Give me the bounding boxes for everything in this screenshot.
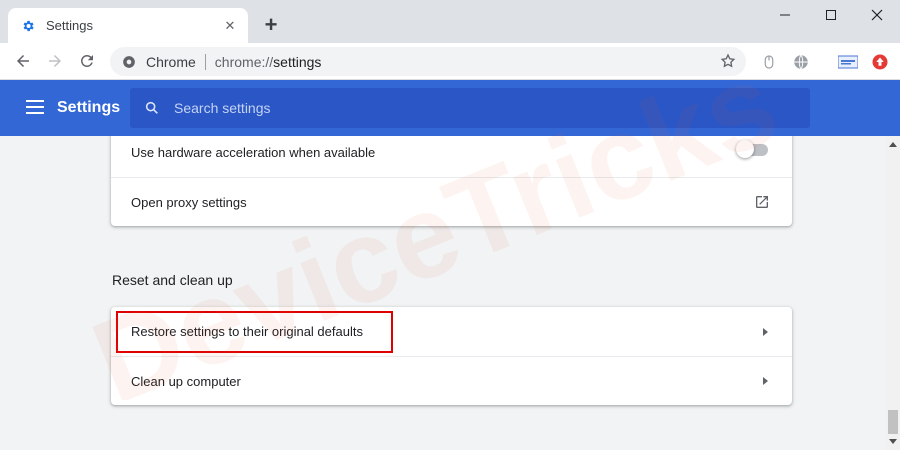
proxy-settings-row[interactable]: Open proxy settings <box>111 177 792 226</box>
back-button[interactable] <box>10 48 36 74</box>
chrome-icon <box>123 55 135 68</box>
restore-settings-row[interactable]: Restore settings to their original defau… <box>111 307 792 356</box>
new-tab-button[interactable]: + <box>258 12 284 38</box>
scroll-thumb[interactable] <box>888 410 898 434</box>
url-prefix: chrome:// <box>214 53 274 70</box>
clean-up-computer-label: Clean up computer <box>131 373 241 389</box>
search-box[interactable] <box>130 88 810 128</box>
gear-icon <box>20 18 36 34</box>
extension-mcafee-icon[interactable] <box>837 51 859 73</box>
system-card: Use hardware acceleration when available… <box>111 136 792 226</box>
minimize-icon <box>780 14 790 16</box>
forward-button[interactable] <box>42 48 68 74</box>
hardware-acceleration-toggle[interactable] <box>736 139 770 158</box>
site-label: Chrome <box>146 53 196 70</box>
reset-card: Restore settings to their original defau… <box>111 307 792 405</box>
extension-mouse-icon[interactable] <box>758 51 780 73</box>
settings-header: Settings <box>0 80 900 136</box>
url-path: settings <box>273 53 322 70</box>
hamburger-menu-icon[interactable] <box>26 100 44 114</box>
tab-title: Settings <box>46 18 93 33</box>
search-input[interactable] <box>174 100 774 116</box>
star-icon[interactable] <box>720 53 736 72</box>
settings-content: Use hardware acceleration when available… <box>0 136 886 450</box>
extension-upload-icon[interactable] <box>869 51 891 73</box>
section-title-reset: Reset and clean up <box>112 272 233 288</box>
arrow-right-icon <box>760 376 770 386</box>
clean-up-computer-row[interactable]: Clean up computer <box>111 356 792 405</box>
arrow-right-icon <box>760 327 770 337</box>
tab-strip: Settings ✕ + <box>0 0 900 43</box>
external-link-icon[interactable] <box>754 194 770 210</box>
search-icon <box>145 101 158 114</box>
maximize-icon <box>826 10 836 20</box>
hardware-acceleration-row[interactable]: Use hardware acceleration when available <box>111 136 792 177</box>
hardware-acceleration-label: Use hardware acceleration when available <box>131 145 376 160</box>
maximize-button[interactable] <box>808 0 854 30</box>
url-text: chrome://settings <box>215 54 322 70</box>
close-icon[interactable]: ✕ <box>222 18 238 34</box>
reload-icon <box>80 54 93 67</box>
proxy-settings-label: Open proxy settings <box>131 194 247 210</box>
restore-settings-label: Restore settings to their original defau… <box>131 324 363 339</box>
close-icon <box>871 9 883 21</box>
arrow-right-icon <box>49 55 61 67</box>
page-title: Settings <box>57 99 121 116</box>
scroll-up-icon[interactable] <box>889 142 897 147</box>
reload-button[interactable] <box>74 48 100 74</box>
extension-globe-icon[interactable] <box>790 51 812 73</box>
scroll-down-icon[interactable] <box>889 439 897 444</box>
browser-toolbar: Chrome chrome://settings <box>0 43 900 80</box>
tab-settings[interactable]: Settings ✕ <box>8 8 248 43</box>
minimize-button[interactable] <box>762 0 808 30</box>
omnibox-divider <box>204 53 206 70</box>
scrollbar[interactable] <box>886 136 900 450</box>
close-window-button[interactable] <box>854 0 900 30</box>
arrow-left-icon <box>17 55 29 67</box>
address-bar[interactable]: Chrome chrome://settings <box>110 47 746 76</box>
